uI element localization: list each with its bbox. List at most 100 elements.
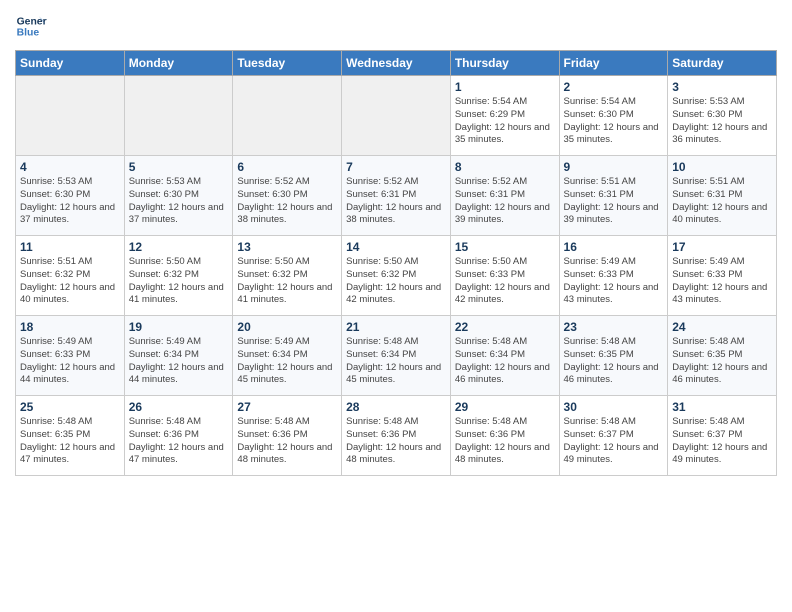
calendar-week-row: 11Sunrise: 5:51 AMSunset: 6:32 PMDayligh…: [16, 236, 777, 316]
day-info: Sunrise: 5:49 AMSunset: 6:34 PMDaylight:…: [237, 336, 337, 387]
calendar-cell: 16 Sunrise: 5:49 AMSunset: 6:33 PMDayligh…: [559, 236, 668, 316]
day-info: Sunrise: 5:48 AMSunset: 6:35 PMDaylight:…: [564, 336, 664, 387]
calendar-cell: 1 Sunrise: 5:54 AMSunset: 6:29 PMDaylight…: [450, 76, 559, 156]
calendar-cell: 31 Sunrise: 5:48 AMSunset: 6:37 PMDayligh…: [668, 396, 777, 476]
calendar-cell: 22Sunrise: 5:48 AMSunset: 6:34 PMDayligh…: [450, 316, 559, 396]
day-number: 20: [237, 320, 337, 334]
day-info: Sunrise: 5:49 AMSunset: 6:33 PMDaylight:…: [672, 256, 772, 307]
day-number: 7: [346, 160, 446, 174]
calendar-cell: 25Sunrise: 5:48 AMSunset: 6:35 PMDayligh…: [16, 396, 125, 476]
day-number: 19: [129, 320, 229, 334]
col-header-monday: Monday: [124, 51, 233, 76]
day-info: Sunrise: 5:54 AMSunset: 6:30 PMDaylight:…: [564, 96, 664, 147]
day-number: 16: [564, 240, 664, 254]
day-number: 28: [346, 400, 446, 414]
calendar-cell: 27 Sunrise: 5:48 AMSunset: 6:36 PMDayligh…: [233, 396, 342, 476]
day-info: Sunrise: 5:48 AMSunset: 6:34 PMDaylight:…: [346, 336, 446, 387]
calendar-table: SundayMondayTuesdayWednesdayThursdayFrid…: [15, 50, 777, 476]
calendar-cell: [233, 76, 342, 156]
logo: General Blue: [15, 10, 47, 42]
day-number: 24: [672, 320, 772, 334]
calendar-cell: 10 Sunrise: 5:51 AMSunset: 6:31 PMDayligh…: [668, 156, 777, 236]
day-info: Sunrise: 5:48 AMSunset: 6:36 PMDaylight:…: [346, 416, 446, 467]
day-info: Sunrise: 5:54 AMSunset: 6:29 PMDaylight:…: [455, 96, 555, 147]
calendar-cell: [124, 76, 233, 156]
day-info: Sunrise: 5:48 AMSunset: 6:35 PMDaylight:…: [672, 336, 772, 387]
calendar-cell: 3 Sunrise: 5:53 AMSunset: 6:30 PMDaylight…: [668, 76, 777, 156]
day-number: 2: [564, 80, 664, 94]
calendar-cell: 5 Sunrise: 5:53 AMSunset: 6:30 PMDaylight…: [124, 156, 233, 236]
day-info: Sunrise: 5:48 AMSunset: 6:36 PMDaylight:…: [237, 416, 337, 467]
day-info: Sunrise: 5:48 AMSunset: 6:37 PMDaylight:…: [672, 416, 772, 467]
day-info: Sunrise: 5:48 AMSunset: 6:36 PMDaylight:…: [129, 416, 229, 467]
day-number: 27: [237, 400, 337, 414]
day-number: 21: [346, 320, 446, 334]
day-number: 4: [20, 160, 120, 174]
calendar-cell: 18Sunrise: 5:49 AMSunset: 6:33 PMDayligh…: [16, 316, 125, 396]
day-number: 23: [564, 320, 664, 334]
day-info: Sunrise: 5:51 AMSunset: 6:31 PMDaylight:…: [672, 176, 772, 227]
day-info: Sunrise: 5:53 AMSunset: 6:30 PMDaylight:…: [20, 176, 120, 227]
calendar-week-row: 25Sunrise: 5:48 AMSunset: 6:35 PMDayligh…: [16, 396, 777, 476]
calendar-cell: 21 Sunrise: 5:48 AMSunset: 6:34 PMDayligh…: [342, 316, 451, 396]
col-header-wednesday: Wednesday: [342, 51, 451, 76]
calendar-cell: 29 Sunrise: 5:48 AMSunset: 6:36 PMDayligh…: [450, 396, 559, 476]
day-number: 5: [129, 160, 229, 174]
day-number: 25: [20, 400, 120, 414]
day-number: 13: [237, 240, 337, 254]
col-header-tuesday: Tuesday: [233, 51, 342, 76]
day-number: 30: [564, 400, 664, 414]
calendar-cell: 9Sunrise: 5:51 AMSunset: 6:31 PMDaylight…: [559, 156, 668, 236]
day-number: 12: [129, 240, 229, 254]
calendar-cell: 28 Sunrise: 5:48 AMSunset: 6:36 PMDayligh…: [342, 396, 451, 476]
calendar-cell: 17 Sunrise: 5:49 AMSunset: 6:33 PMDayligh…: [668, 236, 777, 316]
calendar-cell: 14 Sunrise: 5:50 AMSunset: 6:32 PMDayligh…: [342, 236, 451, 316]
calendar-cell: 13 Sunrise: 5:50 AMSunset: 6:32 PMDayligh…: [233, 236, 342, 316]
day-number: 11: [20, 240, 120, 254]
day-number: 17: [672, 240, 772, 254]
day-info: Sunrise: 5:50 AMSunset: 6:32 PMDaylight:…: [346, 256, 446, 307]
day-number: 31: [672, 400, 772, 414]
calendar-cell: [16, 76, 125, 156]
day-number: 15: [455, 240, 555, 254]
day-number: 1: [455, 80, 555, 94]
day-number: 14: [346, 240, 446, 254]
day-info: Sunrise: 5:50 AMSunset: 6:32 PMDaylight:…: [237, 256, 337, 307]
day-info: Sunrise: 5:48 AMSunset: 6:34 PMDaylight:…: [455, 336, 555, 387]
calendar-cell: 24 Sunrise: 5:48 AMSunset: 6:35 PMDayligh…: [668, 316, 777, 396]
day-info: Sunrise: 5:53 AMSunset: 6:30 PMDaylight:…: [129, 176, 229, 227]
col-header-saturday: Saturday: [668, 51, 777, 76]
col-header-friday: Friday: [559, 51, 668, 76]
svg-text:General: General: [17, 16, 47, 27]
calendar-cell: 6 Sunrise: 5:52 AMSunset: 6:30 PMDaylight…: [233, 156, 342, 236]
day-info: Sunrise: 5:48 AMSunset: 6:36 PMDaylight:…: [455, 416, 555, 467]
calendar-cell: [342, 76, 451, 156]
calendar-cell: 23 Sunrise: 5:48 AMSunset: 6:35 PMDayligh…: [559, 316, 668, 396]
day-info: Sunrise: 5:49 AMSunset: 6:34 PMDaylight:…: [129, 336, 229, 387]
calendar-cell: 7Sunrise: 5:52 AMSunset: 6:31 PMDaylight…: [342, 156, 451, 236]
day-number: 6: [237, 160, 337, 174]
day-info: Sunrise: 5:49 AMSunset: 6:33 PMDaylight:…: [20, 336, 120, 387]
calendar-cell: 15Sunrise: 5:50 AMSunset: 6:33 PMDayligh…: [450, 236, 559, 316]
day-info: Sunrise: 5:52 AMSunset: 6:31 PMDaylight:…: [455, 176, 555, 227]
logo-icon: General Blue: [15, 10, 47, 42]
svg-text:Blue: Blue: [17, 28, 40, 39]
calendar-header-row: SundayMondayTuesdayWednesdayThursdayFrid…: [16, 51, 777, 76]
day-info: Sunrise: 5:52 AMSunset: 6:30 PMDaylight:…: [237, 176, 337, 227]
calendar-week-row: 4 Sunrise: 5:53 AMSunset: 6:30 PMDaylight…: [16, 156, 777, 236]
calendar-cell: 19 Sunrise: 5:49 AMSunset: 6:34 PMDayligh…: [124, 316, 233, 396]
day-number: 3: [672, 80, 772, 94]
calendar-week-row: 18Sunrise: 5:49 AMSunset: 6:33 PMDayligh…: [16, 316, 777, 396]
day-info: Sunrise: 5:53 AMSunset: 6:30 PMDaylight:…: [672, 96, 772, 147]
calendar-cell: 11Sunrise: 5:51 AMSunset: 6:32 PMDayligh…: [16, 236, 125, 316]
day-number: 29: [455, 400, 555, 414]
calendar-cell: 4 Sunrise: 5:53 AMSunset: 6:30 PMDaylight…: [16, 156, 125, 236]
calendar-cell: 2 Sunrise: 5:54 AMSunset: 6:30 PMDaylight…: [559, 76, 668, 156]
calendar-week-row: 1 Sunrise: 5:54 AMSunset: 6:29 PMDaylight…: [16, 76, 777, 156]
col-header-sunday: Sunday: [16, 51, 125, 76]
day-number: 10: [672, 160, 772, 174]
day-number: 26: [129, 400, 229, 414]
col-header-thursday: Thursday: [450, 51, 559, 76]
day-info: Sunrise: 5:49 AMSunset: 6:33 PMDaylight:…: [564, 256, 664, 307]
calendar-cell: 12Sunrise: 5:50 AMSunset: 6:32 PMDayligh…: [124, 236, 233, 316]
